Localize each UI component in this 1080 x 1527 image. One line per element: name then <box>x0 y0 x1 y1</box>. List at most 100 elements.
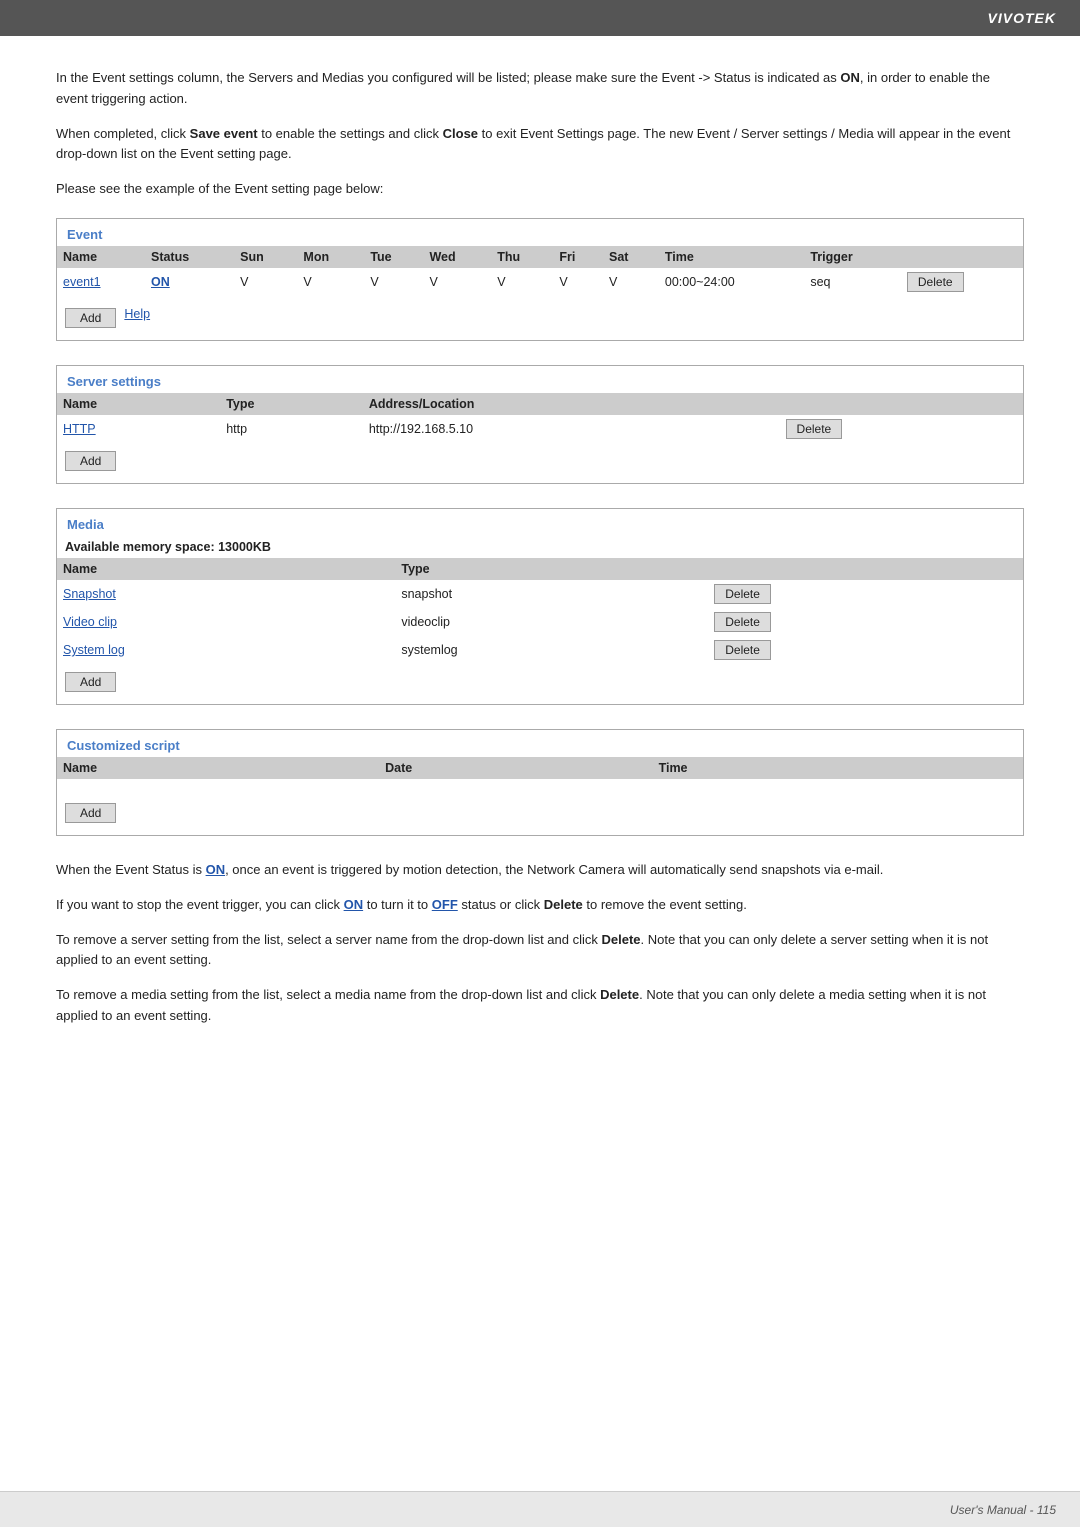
custom-col-action <box>939 757 1023 779</box>
server-col-action <box>780 393 1023 415</box>
media-panel: Media Available memory space: 13000KB Na… <box>56 508 1024 705</box>
custom-add-button[interactable]: Add <box>65 803 116 823</box>
outro-text-3a: To remove a server setting from the list… <box>56 932 602 947</box>
event1-sun: V <box>234 268 297 296</box>
brand-logo: VIVOTEK <box>988 10 1056 26</box>
outro-delete2: Delete <box>602 932 641 947</box>
event1-wed: V <box>423 268 491 296</box>
outro-delete3: Delete <box>600 987 639 1002</box>
event-col-name: Name <box>57 246 145 268</box>
systemlog-type: systemlog <box>395 636 708 664</box>
outro-text-2a: If you want to stop the event trigger, y… <box>56 897 344 912</box>
media-col-action <box>708 558 1023 580</box>
event1-time: 00:00~24:00 <box>659 268 804 296</box>
event1-link[interactable]: event1 <box>63 275 101 289</box>
event-col-sat: Sat <box>603 246 659 268</box>
outro-off-link[interactable]: OFF <box>432 897 458 912</box>
videoclip-type: videoclip <box>395 608 708 636</box>
videoclip-link[interactable]: Video clip <box>63 615 117 629</box>
event-help-link[interactable]: Help <box>124 307 150 321</box>
custom-panel: Customized script Name Date Time Add <box>56 729 1024 836</box>
event1-trigger: seq <box>804 268 901 296</box>
server-col-name: Name <box>57 393 220 415</box>
content-area: In the Event settings column, the Server… <box>0 36 1080 1081</box>
videoclip-delete-button[interactable]: Delete <box>714 612 771 632</box>
intro-text-1a: In the Event settings column, the Server… <box>56 70 840 85</box>
outro-on2-link[interactable]: ON <box>344 897 364 912</box>
server1-address: http://192.168.5.10 <box>363 415 780 443</box>
custom-panel-title: Customized script <box>57 730 1023 757</box>
custom-col-date: Date <box>379 757 652 779</box>
intro-para-1: In the Event settings column, the Server… <box>56 68 1024 110</box>
event1-thu: V <box>491 268 553 296</box>
outro-text-1a: When the Event Status is <box>56 862 206 877</box>
media-table: Name Type Snapshot snapshot Delete Video… <box>57 558 1023 664</box>
media-panel-title: Media <box>57 509 1023 536</box>
outro-on-link[interactable]: ON <box>206 862 226 877</box>
event-col-trigger: Trigger <box>804 246 901 268</box>
outro-delete1: Delete <box>544 897 583 912</box>
outro-para-3: To remove a server setting from the list… <box>56 930 1024 972</box>
outro-para-2: If you want to stop the event trigger, y… <box>56 895 1024 916</box>
server1-delete-button[interactable]: Delete <box>786 419 843 439</box>
event-row-1: event1 ON V V V V V V V 00:00~24:00 seq … <box>57 268 1023 296</box>
server-col-address: Address/Location <box>363 393 780 415</box>
event-col-sun: Sun <box>234 246 297 268</box>
intro-save-event: Save event <box>190 126 258 141</box>
event1-sat: V <box>603 268 659 296</box>
event1-delete-button[interactable]: Delete <box>907 272 964 292</box>
media-row-systemlog: System log systemlog Delete <box>57 636 1023 664</box>
event-panel: Event Name Status Sun Mon Tue Wed Thu Fr… <box>56 218 1024 341</box>
outro-text-2b: to turn it to <box>363 897 432 912</box>
event-col-tue: Tue <box>364 246 423 268</box>
custom-col-name: Name <box>57 757 379 779</box>
server1-type: http <box>220 415 363 443</box>
memory-space-label: Available memory space: 13000KB <box>57 536 1023 558</box>
outro-para-1: When the Event Status is ON, once an eve… <box>56 860 1024 881</box>
custom-table: Name Date Time <box>57 757 1023 795</box>
intro-close: Close <box>443 126 478 141</box>
snapshot-delete-button[interactable]: Delete <box>714 584 771 604</box>
footer-text: User's Manual - 115 <box>950 1503 1056 1517</box>
custom-col-time: Time <box>653 757 939 779</box>
example-label: Please see the example of the Event sett… <box>56 179 1024 200</box>
event-add-button[interactable]: Add <box>65 308 116 328</box>
http-link[interactable]: HTTP <box>63 422 96 436</box>
media-row-videoclip: Video clip videoclip Delete <box>57 608 1023 636</box>
event1-status[interactable]: ON <box>151 275 170 289</box>
event-panel-title: Event <box>57 219 1023 246</box>
systemlog-delete-button[interactable]: Delete <box>714 640 771 660</box>
event-col-fri: Fri <box>553 246 603 268</box>
outro-text-2d: to remove the event setting. <box>583 897 747 912</box>
event-col-mon: Mon <box>297 246 364 268</box>
media-col-type: Type <box>395 558 708 580</box>
outro-text-1b: , once an event is triggered by motion d… <box>225 862 883 877</box>
event-table: Name Status Sun Mon Tue Wed Thu Fri Sat … <box>57 246 1023 296</box>
snapshot-type: snapshot <box>395 580 708 608</box>
event-col-wed: Wed <box>423 246 491 268</box>
intro-on-text: ON <box>840 70 860 85</box>
outro-text-2c: status or click <box>458 897 544 912</box>
media-col-name: Name <box>57 558 395 580</box>
server-table: Name Type Address/Location HTTP http htt… <box>57 393 1023 443</box>
server-add-button[interactable]: Add <box>65 451 116 471</box>
event1-tue: V <box>364 268 423 296</box>
event-col-time: Time <box>659 246 804 268</box>
systemlog-link[interactable]: System log <box>63 643 125 657</box>
snapshot-link[interactable]: Snapshot <box>63 587 116 601</box>
footer-bar: User's Manual - 115 <box>0 1491 1080 1527</box>
media-add-button[interactable]: Add <box>65 672 116 692</box>
custom-empty-row <box>57 779 1023 795</box>
media-row-snapshot: Snapshot snapshot Delete <box>57 580 1023 608</box>
server-panel-title: Server settings <box>57 366 1023 393</box>
server-panel: Server settings Name Type Address/Locati… <box>56 365 1024 484</box>
intro-text-2a: When completed, click <box>56 126 190 141</box>
intro-para-2: When completed, click Save event to enab… <box>56 124 1024 166</box>
event-col-action <box>901 246 1023 268</box>
outro-text-4a: To remove a media setting from the list,… <box>56 987 600 1002</box>
event1-fri: V <box>553 268 603 296</box>
server-row-1: HTTP http http://192.168.5.10 Delete <box>57 415 1023 443</box>
event1-mon: V <box>297 268 364 296</box>
event-col-thu: Thu <box>491 246 553 268</box>
server-col-type: Type <box>220 393 363 415</box>
